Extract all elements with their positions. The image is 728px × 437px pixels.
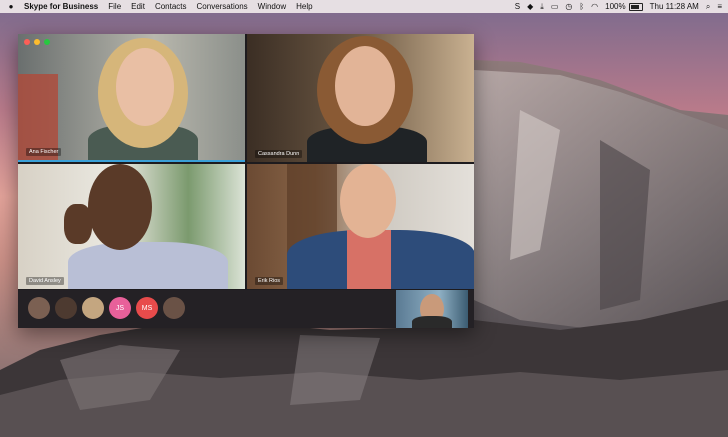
- zoom-button[interactable]: [44, 39, 50, 45]
- video-tile-cassandra[interactable]: Cassandra Dunn: [247, 34, 474, 162]
- menu-file[interactable]: File: [108, 2, 121, 11]
- participant-avatar-ms[interactable]: MS: [136, 297, 158, 319]
- bluetooth-icon[interactable]: ᛒ: [579, 2, 584, 11]
- battery-icon: [628, 2, 643, 11]
- screen-icon[interactable]: ▭: [551, 2, 559, 11]
- participant-face: [340, 164, 396, 238]
- video-tile-ana[interactable]: Ana Fischer: [18, 34, 245, 162]
- menu-help[interactable]: Help: [296, 2, 312, 11]
- timemachine-icon[interactable]: ◷: [565, 2, 572, 11]
- menu-contacts[interactable]: Contacts: [155, 2, 187, 11]
- minimize-button[interactable]: [34, 39, 40, 45]
- menu-conversations[interactable]: Conversations: [197, 2, 248, 11]
- participant-avatar-js[interactable]: JS: [109, 297, 131, 319]
- notifications-icon[interactable]: ≡: [717, 2, 722, 11]
- menu-edit[interactable]: Edit: [131, 2, 145, 11]
- close-button[interactable]: [24, 39, 30, 45]
- status-tray: S ◆ ⤓ ▭ ◷ ᛒ ◠ 100% Thu 11:28 AM ⌕ ≡: [508, 2, 722, 12]
- call-window: Ana Fischer Cassandra Dunn David Ansley …: [18, 34, 474, 328]
- participant-name: Erik Rios: [255, 277, 284, 285]
- download-icon[interactable]: ⤓: [540, 2, 544, 12]
- clock[interactable]: Thu 11:28 AM: [650, 2, 699, 11]
- participant-face: [335, 46, 395, 126]
- participant-roster: JS MS: [18, 290, 474, 328]
- participant-shirt: [347, 230, 391, 289]
- participant-body: [68, 242, 228, 289]
- participant-face: [88, 164, 152, 250]
- self-view-video[interactable]: [396, 290, 468, 328]
- video-tile-erik[interactable]: Erik Rios: [247, 164, 474, 289]
- video-tile-david[interactable]: David Ansley: [18, 164, 245, 289]
- self-body: [412, 316, 452, 328]
- menu-window[interactable]: Window: [258, 2, 286, 11]
- battery-percent[interactable]: 100%: [605, 2, 625, 11]
- app-menu[interactable]: Skype for Business: [24, 2, 98, 11]
- participant-name: Ana Fischer: [26, 148, 62, 156]
- participant-avatar-2[interactable]: [55, 297, 77, 319]
- dropbox-icon[interactable]: ◆: [527, 2, 533, 11]
- skype-status-icon[interactable]: S: [515, 2, 520, 11]
- participant-avatar-3[interactable]: [82, 297, 104, 319]
- participant-name: David Ansley: [26, 277, 64, 285]
- menu-bar: ● Skype for Business File Edit Contacts …: [0, 0, 728, 13]
- participant-hand: [64, 204, 92, 244]
- search-icon[interactable]: ⌕: [706, 2, 710, 12]
- participant-avatar-6[interactable]: [163, 297, 185, 319]
- apple-menu-icon[interactable]: ●: [6, 2, 16, 11]
- participant-name: Cassandra Dunn: [255, 150, 303, 158]
- participant-face: [116, 48, 174, 126]
- window-controls: [24, 39, 50, 45]
- wifi-icon[interactable]: ◠: [591, 2, 598, 11]
- participant-avatar-1[interactable]: [28, 297, 50, 319]
